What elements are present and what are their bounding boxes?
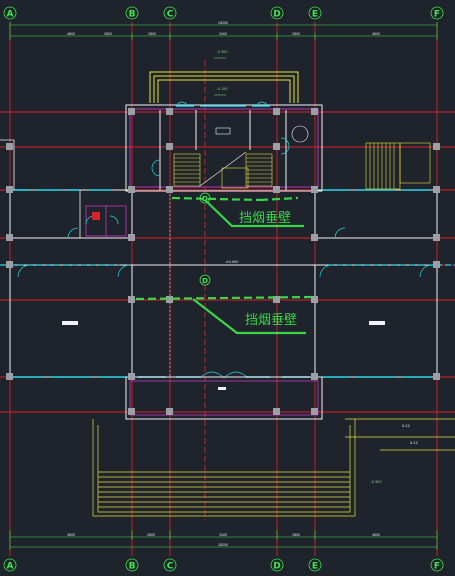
floor-plan-drawing: 18200 4600 2800 2800 3400 2800 4600 4600… xyxy=(0,0,455,576)
top-total-dimension: 18200 xyxy=(218,21,228,25)
level-right-step-1: 0.12 xyxy=(402,424,410,428)
svg-text:E: E xyxy=(312,10,318,20)
level-right-step-2: 0.12 xyxy=(410,441,418,445)
top-dimension-4: 3400 xyxy=(219,32,227,36)
svg-text:B: B xyxy=(129,562,136,572)
bottom-dimension-1: 4600 xyxy=(67,533,75,537)
bottom-dimension-5: 4600 xyxy=(372,533,380,537)
level-entrance-top: -0.300 xyxy=(216,50,227,54)
svg-text:D: D xyxy=(273,10,280,20)
top-dimension-6: 4600 xyxy=(372,32,380,36)
svg-text:F: F xyxy=(434,562,440,572)
level-hall: ±0.000 xyxy=(226,260,239,264)
svg-text:B: B xyxy=(129,10,136,20)
svg-text:D: D xyxy=(273,562,280,572)
svg-text:A: A xyxy=(7,10,14,20)
bottom-total-dimension: 18200 xyxy=(218,543,228,547)
svg-text:D: D xyxy=(202,277,208,285)
top-dimension-3: 2800 xyxy=(148,32,156,36)
south-vestibule-label xyxy=(218,387,226,390)
top-dimension-2: 2800 xyxy=(104,32,112,36)
svg-text:A: A xyxy=(7,562,14,572)
smoke-barrier-lower-label: 挡烟垂壁 xyxy=(245,313,297,328)
axis-bubble-mid-lower: D xyxy=(199,274,211,286)
level-ramp-bottom: -0.300 xyxy=(370,480,381,484)
svg-text:E: E xyxy=(312,562,318,572)
svg-text:C: C xyxy=(167,10,174,20)
bottom-dimension-2: 2800 xyxy=(147,533,155,537)
east-lower-room-label xyxy=(369,321,385,325)
svg-text:C: C xyxy=(167,562,174,572)
west-room-fixture xyxy=(92,212,100,220)
level-landing: -0.150 xyxy=(216,87,227,91)
top-dimension-1: 4600 xyxy=(67,32,75,36)
smoke-barrier-upper-label: 挡烟垂壁 xyxy=(239,211,291,226)
svg-text:F: F xyxy=(434,10,440,20)
bottom-dimension-3: 3400 xyxy=(219,533,227,537)
top-dimension-5: 2800 xyxy=(292,32,300,36)
bottom-dimension-4: 2800 xyxy=(292,533,300,537)
west-lower-room-label xyxy=(62,321,78,325)
